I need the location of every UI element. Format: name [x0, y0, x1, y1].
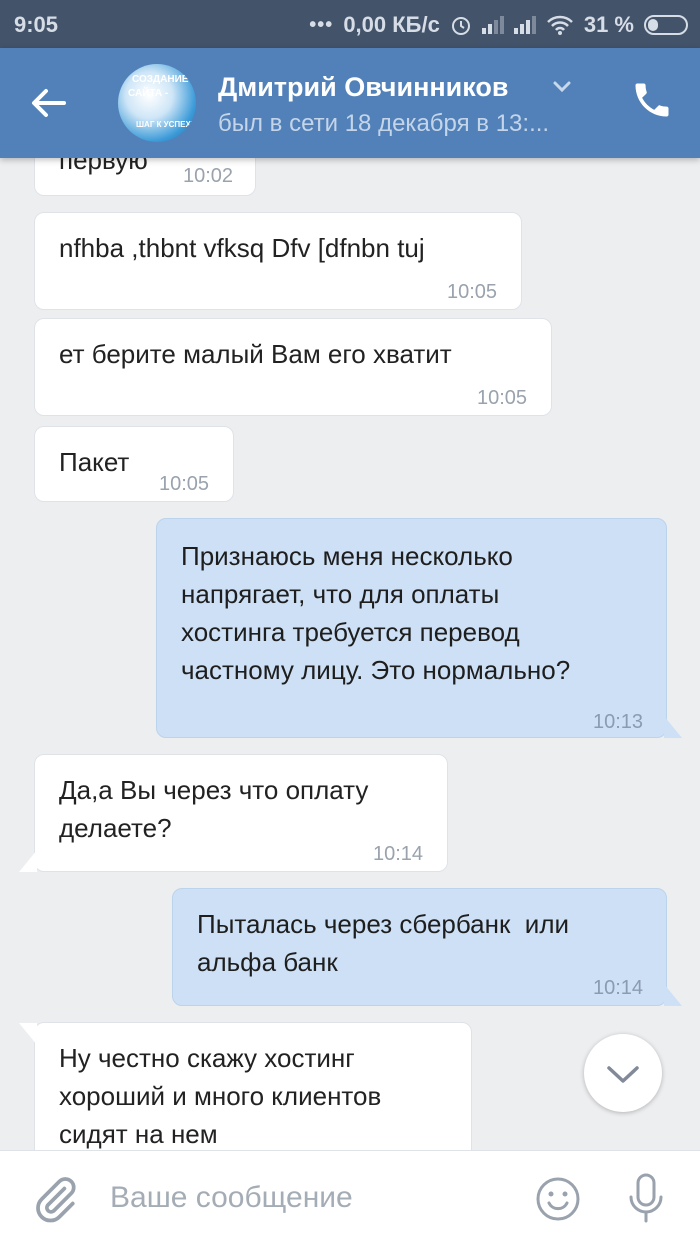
message-time: 10:05 — [447, 281, 498, 303]
status-time: 9:05 — [14, 12, 59, 37]
bubble-tail — [19, 850, 37, 872]
message-time: 10:13 — [593, 711, 644, 733]
message-bubble-incoming[interactable]: Да,а Вы через что оплату делаете? 10:14 — [19, 754, 448, 872]
message-time: 10:14 — [373, 843, 424, 865]
wifi-icon — [546, 15, 573, 35]
message-text: ет берите малый Вам его хватит — [59, 339, 452, 369]
message-text: nfhba ,thbnt vfksq Dfv [dfnbn tuj — [59, 233, 425, 263]
message-text: первую — [59, 158, 148, 175]
avatar-text-line-1: СОЗДАНИЕ — [132, 74, 189, 85]
network-speed: 0,00 КБ/с — [343, 12, 440, 37]
notification-dots-icon: ••• — [309, 13, 334, 36]
message-text: Ну честно скажу хостинг хороший и много … — [59, 1043, 382, 1149]
message-text: Признаюсь меня несколько напрягает, что … — [181, 541, 571, 685]
message-text: Пыталась через сбербанк или альфа банк — [197, 909, 570, 977]
status-indicators: ••• 0,00 КБ/с 31 % — [309, 12, 688, 38]
bubble-tail — [664, 984, 682, 1006]
battery-percent: 31 % — [583, 12, 634, 37]
contact-avatar[interactable]: СОЗДАНИЕ САЙТА - ШАГ К УСПЕХУ — [118, 64, 196, 142]
signal-2-icon — [513, 16, 536, 34]
signal-1-icon — [481, 16, 504, 34]
message-input[interactable] — [110, 1173, 510, 1223]
message-bubble-outgoing[interactable]: Признаюсь меня несколько напрягает, что … — [156, 518, 682, 738]
message-time: 10:02 — [183, 165, 234, 187]
message-time: 10:15 — [397, 1141, 447, 1150]
phone-icon — [635, 83, 669, 117]
chevron-down-icon[interactable] — [550, 74, 574, 98]
message-bubble-incoming[interactable]: Ну честно скажу хостинг хороший и много … — [19, 1022, 472, 1150]
message-time: 10:14 — [593, 977, 644, 999]
avatar-text-line-3: ШАГ К УСПЕХУ — [136, 120, 196, 129]
message-bubble-incoming[interactable]: первую 10:02 — [34, 158, 256, 196]
back-button[interactable] — [28, 78, 84, 128]
message-composer — [0, 1150, 700, 1244]
bubble-tail — [19, 1023, 37, 1045]
paperclip-icon — [36, 1177, 76, 1223]
bubble-tail — [664, 716, 682, 738]
voice-message-button[interactable] — [622, 1171, 670, 1225]
scroll-to-bottom-button[interactable] — [584, 1034, 662, 1112]
call-button[interactable] — [630, 78, 680, 128]
contact-status: был в сети 18 декабря в 13:... — [218, 110, 550, 137]
message-bubble-outgoing[interactable]: Пыталась через сбербанк или альфа банк 1… — [172, 888, 682, 1006]
emoji-button[interactable] — [534, 1175, 582, 1223]
message-text: Пакет — [59, 447, 130, 477]
message-time: 10:05 — [159, 473, 210, 495]
contact-name[interactable]: Дмитрий Овчинников — [218, 72, 509, 103]
back-arrow-icon — [32, 89, 66, 117]
battery-icon — [644, 15, 688, 35]
message-bubble-incoming[interactable]: nfhba ,thbnt vfksq Dfv [dfnbn tuj 10:05 — [34, 212, 522, 310]
microphone-icon — [629, 1173, 663, 1223]
chat-header: СОЗДАНИЕ САЙТА - ШАГ К УСПЕХУ Дмитрий Ов… — [0, 48, 700, 158]
chevron-down-icon — [607, 1066, 639, 1083]
avatar-text-line-2: САЙТА - — [128, 88, 169, 99]
message-bubble-incoming[interactable]: ет берите малый Вам его хватит 10:05 — [34, 318, 552, 416]
attach-button[interactable] — [30, 1175, 80, 1225]
message-bubble-incoming[interactable]: Пакет 10:05 — [34, 426, 234, 502]
message-time: 10:05 — [477, 387, 528, 409]
message-text: Да,а Вы через что оплату делаете? — [59, 775, 369, 843]
status-bar: 9:05 ••• 0,00 КБ/с 31 % — [0, 0, 700, 48]
alarm-icon — [451, 17, 470, 35]
message-list[interactable]: первую 10:02 nfhba ,thbnt vfksq Dfv [dfn… — [0, 158, 700, 1150]
smile-icon — [536, 1177, 580, 1221]
